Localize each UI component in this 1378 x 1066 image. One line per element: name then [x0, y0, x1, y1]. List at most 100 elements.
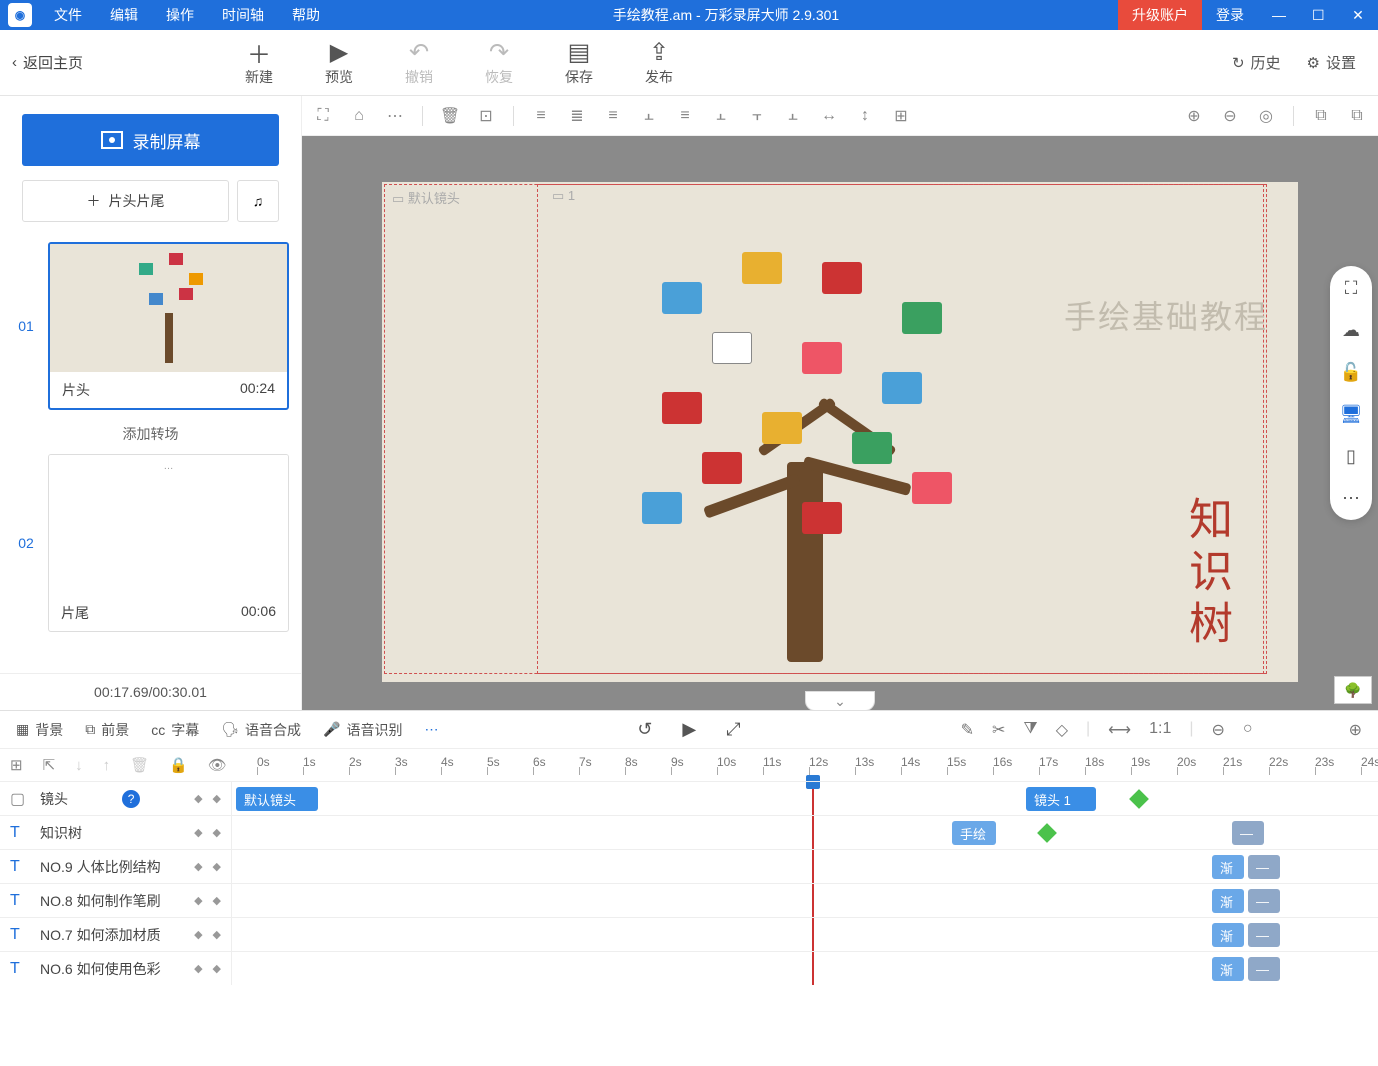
distribute-h-icon[interactable]: ⫟ [746, 105, 768, 127]
cloud-icon[interactable]: ☁ [1339, 318, 1363, 342]
align-center-icon[interactable]: ≣ [566, 105, 588, 127]
preview-button[interactable]: ▶预览 [301, 39, 377, 87]
undo-button[interactable]: ↶撤销 [381, 39, 457, 87]
fit-icon[interactable]: ⛶ [312, 105, 334, 127]
history-button[interactable]: ↻历史 [1232, 52, 1281, 73]
tab-tts[interactable]: 🗣语音合成 [221, 720, 301, 740]
clip-small[interactable]: — [1248, 889, 1280, 913]
clip-fade[interactable]: 渐 [1212, 957, 1244, 981]
rewind-icon[interactable]: ↺ [637, 719, 652, 740]
help-icon[interactable]: ? [122, 790, 140, 808]
snap-icon[interactable]: ⟷ [1108, 720, 1131, 740]
intro-outro-button[interactable]: ＋ 片头片尾 [22, 180, 229, 222]
close-icon[interactable]: ✕ [1338, 0, 1378, 30]
fullscreen-icon[interactable]: ⛶ [1339, 276, 1363, 300]
zoom-in-tl-icon[interactable]: ⊕ [1349, 720, 1362, 740]
play-timeline-icon[interactable]: ▶ [682, 719, 696, 740]
settings-button[interactable]: ⚙设置 [1307, 52, 1356, 73]
clip-camera-1[interactable]: 镜头 1 [1026, 787, 1096, 811]
clip-default-camera[interactable]: 默认镜头 [236, 787, 318, 811]
expand-icon[interactable]: ⤢ [726, 719, 740, 740]
same-width-icon[interactable]: ↔ [818, 105, 840, 127]
more-icon[interactable]: ⋯ [384, 105, 406, 127]
more-view-icon[interactable]: ⋯ [1339, 486, 1363, 510]
menu-timeline[interactable]: 时间轴 [208, 0, 278, 30]
down-icon[interactable]: ↓ [75, 757, 83, 774]
copy-icon[interactable]: ⧉ [1310, 105, 1332, 127]
zoom-fit-icon[interactable]: ◎ [1255, 105, 1277, 127]
same-size-icon[interactable]: ⊞ [890, 105, 912, 127]
tab-foreground[interactable]: ⧉前景 [85, 720, 129, 740]
minimize-icon[interactable]: — [1258, 0, 1298, 30]
desktop-icon[interactable]: 🖥 [1339, 402, 1363, 426]
align-bottom-icon[interactable]: ⫠ [710, 105, 732, 127]
clip-small[interactable]: — [1232, 821, 1264, 845]
clip-fade[interactable]: 渐 [1212, 855, 1244, 879]
zoom-out-icon[interactable]: ⊖ [1219, 105, 1241, 127]
up-icon[interactable]: ↑ [103, 757, 111, 774]
crop-icon[interactable]: ⊡ [475, 105, 497, 127]
clip-small[interactable]: — [1248, 855, 1280, 879]
clip-small[interactable]: — [1248, 957, 1280, 981]
filter-icon[interactable]: ⧩ [1023, 720, 1037, 740]
maximize-icon[interactable]: ☐ [1298, 0, 1338, 30]
paste-icon[interactable]: ⧉ [1346, 105, 1368, 127]
back-home-button[interactable]: ‹ 返回主页 [0, 52, 101, 73]
record-screen-button[interactable]: 录制屏幕 [22, 114, 279, 166]
tab-subtitle[interactable]: cc字幕 [151, 720, 199, 740]
login-button[interactable]: 登录 [1202, 0, 1258, 30]
align-middle-icon[interactable]: ≡ [674, 105, 696, 127]
new-button[interactable]: ＋新建 [221, 39, 297, 87]
marker-icon[interactable]: ◇ [1056, 720, 1068, 740]
tab-background[interactable]: ▦背景 [16, 720, 63, 740]
collapse-handle-icon[interactable]: ⌄ [805, 691, 875, 710]
text-icon: T [10, 960, 30, 978]
redo-button[interactable]: ↷恢复 [461, 39, 537, 87]
time-ruler[interactable]: 0s1s2s3s4s5s6s7s8s9s10s11s12s13s14s15s16… [257, 755, 1378, 775]
slide-item[interactable]: 01 [12, 242, 289, 410]
canvas[interactable]: ▭ 默认镜头 ▭ 1 手绘基础教程 [302, 136, 1378, 710]
lock-track-icon[interactable]: 🔒 [169, 756, 188, 774]
visible-track-icon[interactable]: 👁 [208, 756, 227, 774]
trash-icon[interactable]: 🗑 [439, 105, 461, 127]
clip-fade[interactable]: 渐 [1212, 923, 1244, 947]
mobile-icon[interactable]: ▯ [1339, 444, 1363, 468]
slide-item[interactable]: 02 … 片尾 00:06 [12, 454, 289, 632]
main-toolbar: ‹ 返回主页 ＋新建 ▶预览 ↶撤销 ↷恢复 ▤保存 ⇪发布 ↻历史 ⚙设置 [0, 30, 1378, 96]
zoom-out-tl-icon[interactable]: ⊖ [1212, 720, 1225, 740]
unlock-icon[interactable]: 🔓 [1339, 360, 1363, 384]
upgrade-button[interactable]: 升级账户 [1118, 0, 1202, 30]
save-button[interactable]: ▤保存 [541, 39, 617, 87]
menu-edit[interactable]: 编辑 [96, 0, 152, 30]
clip-hand-draw[interactable]: 手绘 [952, 821, 996, 845]
align-right-icon[interactable]: ≡ [602, 105, 624, 127]
new-label: 新建 [221, 67, 297, 87]
clip-small[interactable]: — [1248, 923, 1280, 947]
tab-asr[interactable]: 🎤语音识别 [323, 720, 402, 740]
align-top-icon[interactable]: ⫠ [638, 105, 660, 127]
export-track-icon[interactable]: ⇱ [43, 756, 56, 774]
distribute-v-icon[interactable]: ⫠ [782, 105, 804, 127]
add-track-icon[interactable]: ⊞ [10, 756, 23, 774]
trash-track-icon[interactable]: 🗑 [130, 756, 149, 774]
gear-icon: ⚙ [1307, 54, 1320, 72]
edit-icon[interactable]: ✎ [961, 720, 974, 740]
music-button[interactable]: ♫ [237, 180, 279, 222]
tab-more[interactable]: ⋯ [424, 721, 438, 738]
zoom-slider[interactable]: ○ [1243, 720, 1253, 740]
cut-icon[interactable]: ✂ [992, 720, 1005, 740]
same-height-icon[interactable]: ↕ [854, 105, 876, 127]
menu-help[interactable]: 帮助 [278, 0, 334, 30]
keyframe-icon[interactable] [1129, 789, 1149, 809]
menu-file[interactable]: 文件 [40, 0, 96, 30]
clip-fade[interactable]: 渐 [1212, 889, 1244, 913]
publish-button[interactable]: ⇪发布 [621, 39, 697, 87]
home-icon[interactable]: ⌂ [348, 105, 370, 127]
zoom-in-icon[interactable]: ⊕ [1183, 105, 1205, 127]
align-left-icon[interactable]: ≡ [530, 105, 552, 127]
scale-icon[interactable]: 1:1 [1149, 720, 1171, 740]
keyframe-icon[interactable] [1037, 823, 1057, 843]
menu-action[interactable]: 操作 [152, 0, 208, 30]
minimap-button[interactable]: 🌳 [1334, 676, 1372, 704]
add-transition-button[interactable]: 添加转场 [12, 418, 289, 454]
